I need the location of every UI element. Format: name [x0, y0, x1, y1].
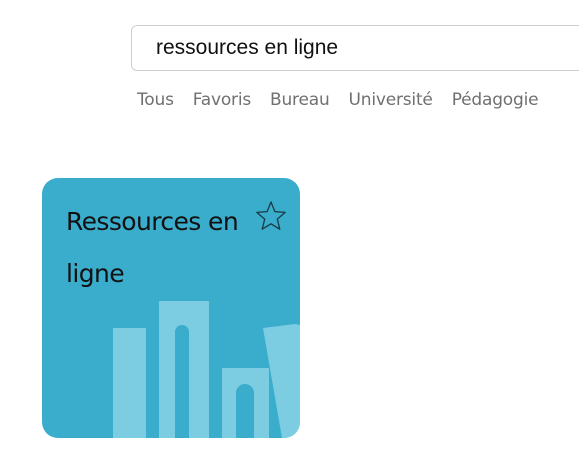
- filter-tab-tous[interactable]: Tous: [137, 90, 174, 110]
- search-box[interactable]: [131, 25, 579, 71]
- filter-tab-universite[interactable]: Université: [349, 90, 433, 110]
- app-tile-ressources-en-ligne[interactable]: Ressources en ligne: [42, 178, 300, 438]
- page: Tous Favoris Bureau Université Pédagogie…: [0, 0, 579, 451]
- filter-tabs: Tous Favoris Bureau Université Pédagogie: [137, 90, 557, 110]
- filter-tab-bureau[interactable]: Bureau: [270, 90, 330, 110]
- search-input[interactable]: [156, 36, 556, 60]
- filter-tab-favoris[interactable]: Favoris: [193, 90, 251, 110]
- tile-title: Ressources en ligne: [66, 207, 239, 288]
- star-outline-icon[interactable]: [255, 200, 287, 232]
- filter-tab-pedagogie[interactable]: Pédagogie: [452, 90, 539, 110]
